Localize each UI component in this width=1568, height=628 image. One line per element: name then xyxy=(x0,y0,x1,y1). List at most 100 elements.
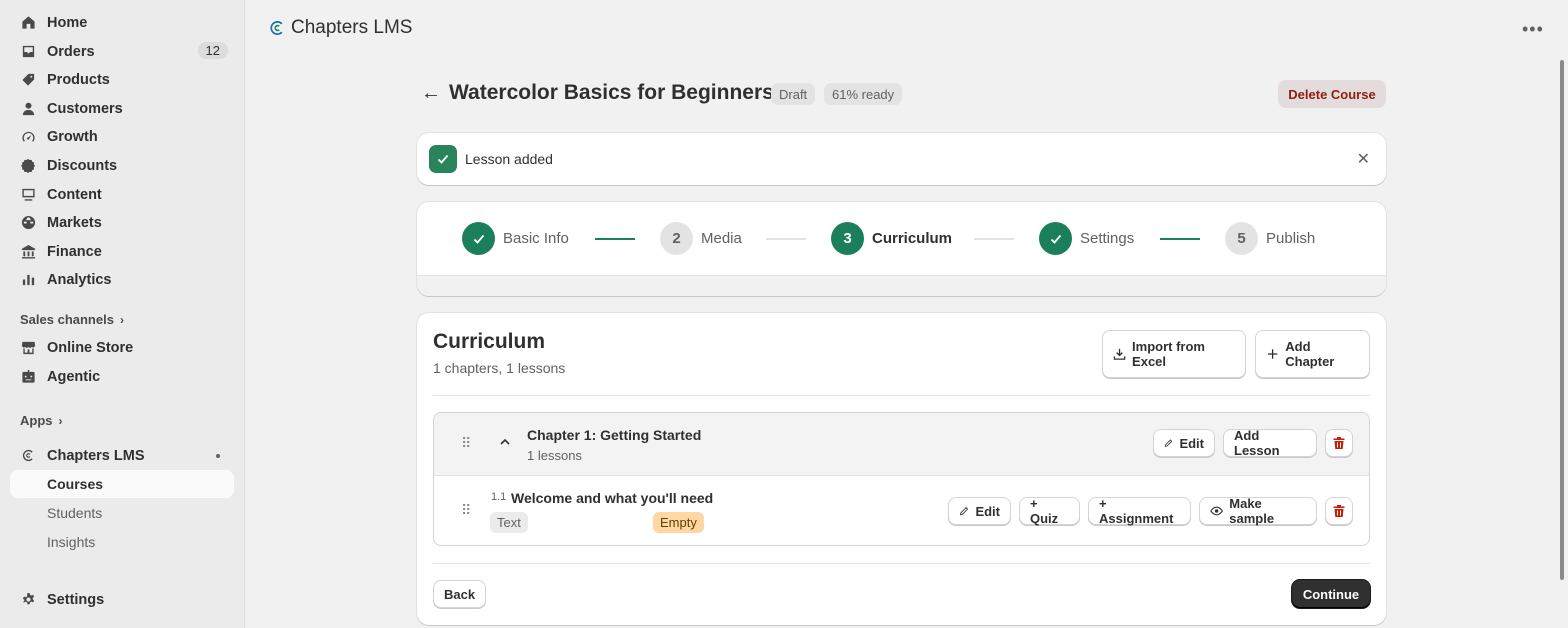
apps-label: Apps xyxy=(20,413,53,428)
chapter-lesson-count: 1 lessons xyxy=(527,448,582,463)
step-connector xyxy=(766,238,806,240)
make-sample-button[interactable]: Make sample xyxy=(1199,496,1317,526)
eye-icon xyxy=(1210,506,1223,516)
app-title-text: Chapters LMS xyxy=(291,17,413,38)
sidebar-subitem-insights[interactable]: Insights xyxy=(10,528,234,556)
globe-icon xyxy=(20,215,36,231)
tag-icon xyxy=(20,72,36,88)
banner-message: Lesson added xyxy=(465,151,553,167)
sidebar-item-home[interactable]: Home xyxy=(10,9,234,36)
button-label: Add Chapter xyxy=(1285,339,1335,369)
stepper-footer xyxy=(417,275,1386,296)
add-assignment-button[interactable]: + Assignment xyxy=(1088,496,1191,526)
delete-chapter-button[interactable] xyxy=(1325,429,1353,457)
chapters-logo-icon xyxy=(270,21,283,35)
app-title: Chapters LMS xyxy=(268,17,412,39)
button-label: Add Lesson xyxy=(1234,428,1280,458)
sidebar-subitem-students[interactable]: Students xyxy=(10,499,234,527)
sidebar-item-growth[interactable]: Growth xyxy=(10,123,234,150)
drag-handle-icon[interactable]: ⠿ xyxy=(461,502,471,519)
lesson-type-tag: Text xyxy=(490,512,528,533)
button-label: + Quiz xyxy=(1030,496,1059,526)
sidebar-item-label: Markets xyxy=(47,214,102,231)
drag-handle-icon[interactable]: ⠿ xyxy=(461,435,471,452)
step-number: 5 xyxy=(1225,222,1258,255)
delete-lesson-button[interactable] xyxy=(1325,497,1353,525)
add-lesson-button[interactable]: Add Lesson xyxy=(1223,428,1317,458)
edit-lesson-button[interactable]: Edit xyxy=(948,497,1011,525)
page-scrollbar[interactable] xyxy=(1558,56,1566,584)
button-label: + Assignment xyxy=(1099,496,1174,526)
import-from-excel-button[interactable]: Import from Excel xyxy=(1102,330,1246,378)
sidebar-item-products[interactable]: Products xyxy=(10,66,234,93)
sidebar-item-markets[interactable]: Markets xyxy=(10,209,234,236)
more-actions-icon[interactable]: ••• xyxy=(1522,19,1544,40)
sidebar-subitem-label: Insights xyxy=(47,534,96,550)
check-icon xyxy=(462,222,495,255)
back-arrow-icon[interactable]: ← xyxy=(421,82,441,105)
content-icon xyxy=(20,187,36,203)
sidebar-item-customers[interactable]: Customers xyxy=(10,95,234,122)
sidebar-item-content[interactable]: Content xyxy=(10,181,234,208)
step-settings[interactable]: Settings xyxy=(1039,222,1134,255)
download-icon xyxy=(1113,348,1126,360)
divider xyxy=(433,395,1370,396)
step-curriculum[interactable]: 3 Curriculum xyxy=(831,222,952,255)
curriculum-card: Curriculum 1 chapters, 1 lessons Import … xyxy=(417,313,1386,625)
sidebar-item-label: Finance xyxy=(47,243,102,260)
chevron-right-icon: › xyxy=(58,413,63,428)
sidebar-item-orders[interactable]: Orders 12 xyxy=(10,38,234,65)
home-icon xyxy=(20,15,36,31)
close-icon[interactable]: ✕ xyxy=(1357,149,1370,169)
person-icon xyxy=(20,101,36,117)
sales-channels-label: Sales channels xyxy=(20,312,114,327)
step-label: Publish xyxy=(1266,230,1316,247)
step-basic-info[interactable]: Basic Info xyxy=(462,222,569,255)
sidebar-subitem-courses[interactable]: Courses xyxy=(10,470,234,498)
chevron-up-icon[interactable] xyxy=(498,435,512,449)
delete-course-button[interactable]: Delete Course xyxy=(1278,80,1386,108)
check-icon xyxy=(429,145,457,173)
sidebar-item-chapters-lms[interactable]: Chapters LMS xyxy=(10,442,234,469)
sidebar-item-label: Chapters LMS xyxy=(47,447,145,464)
chevron-right-icon: › xyxy=(119,312,124,327)
sidebar-item-label: Discounts xyxy=(47,157,118,174)
add-quiz-button[interactable]: + Quiz xyxy=(1019,496,1080,526)
sidebar-subitem-label: Students xyxy=(47,505,103,521)
sidebar-item-analytics[interactable]: Analytics xyxy=(10,266,234,293)
back-button[interactable]: Back xyxy=(433,580,486,608)
step-label: Basic Info xyxy=(503,230,569,247)
add-chapter-button[interactable]: Add Chapter xyxy=(1255,330,1370,378)
bank-icon xyxy=(20,244,36,260)
sidebar-item-finance[interactable]: Finance xyxy=(10,238,234,265)
edit-chapter-button[interactable]: Edit xyxy=(1153,429,1215,457)
scrollbar-thumb[interactable] xyxy=(1560,60,1564,580)
check-icon xyxy=(1039,222,1072,255)
pencil-icon xyxy=(959,507,969,516)
chapter-header: ⠿ Chapter 1: Getting Started 1 lessons E… xyxy=(434,413,1369,476)
sales-channels-header[interactable]: Sales channels › xyxy=(20,312,124,327)
section-title: Curriculum xyxy=(433,330,546,353)
app-status-dot xyxy=(216,454,220,458)
sidebar-item-discounts[interactable]: Discounts xyxy=(10,152,234,179)
step-media[interactable]: 2 Media xyxy=(660,222,742,255)
sidebar-item-settings[interactable]: Settings xyxy=(10,586,234,613)
inbox-icon xyxy=(20,44,36,60)
continue-button[interactable]: Continue xyxy=(1292,580,1370,608)
pencil-icon xyxy=(1164,439,1173,447)
sidebar-item-online-store[interactable]: Online Store xyxy=(10,334,234,361)
step-number: 3 xyxy=(831,222,864,255)
lesson-title: Welcome and what you'll need xyxy=(511,490,714,506)
step-publish[interactable]: 5 Publish xyxy=(1225,222,1315,255)
lesson-number: 1.1 xyxy=(491,491,507,503)
apps-header[interactable]: Apps › xyxy=(20,413,63,428)
sidebar-item-agentic[interactable]: Agentic xyxy=(10,363,234,390)
step-connector xyxy=(1160,238,1200,240)
sidebar-item-label: Agentic xyxy=(47,368,101,385)
button-label: Edit xyxy=(1179,435,1204,451)
step-connector xyxy=(595,238,635,240)
course-stepper: Basic Info 2 Media 3 Curriculum Settings… xyxy=(417,202,1386,296)
readiness-badge: 61% ready xyxy=(824,83,903,105)
sidebar-item-label: Home xyxy=(47,14,88,31)
curriculum-summary: 1 chapters, 1 lessons xyxy=(433,360,566,376)
